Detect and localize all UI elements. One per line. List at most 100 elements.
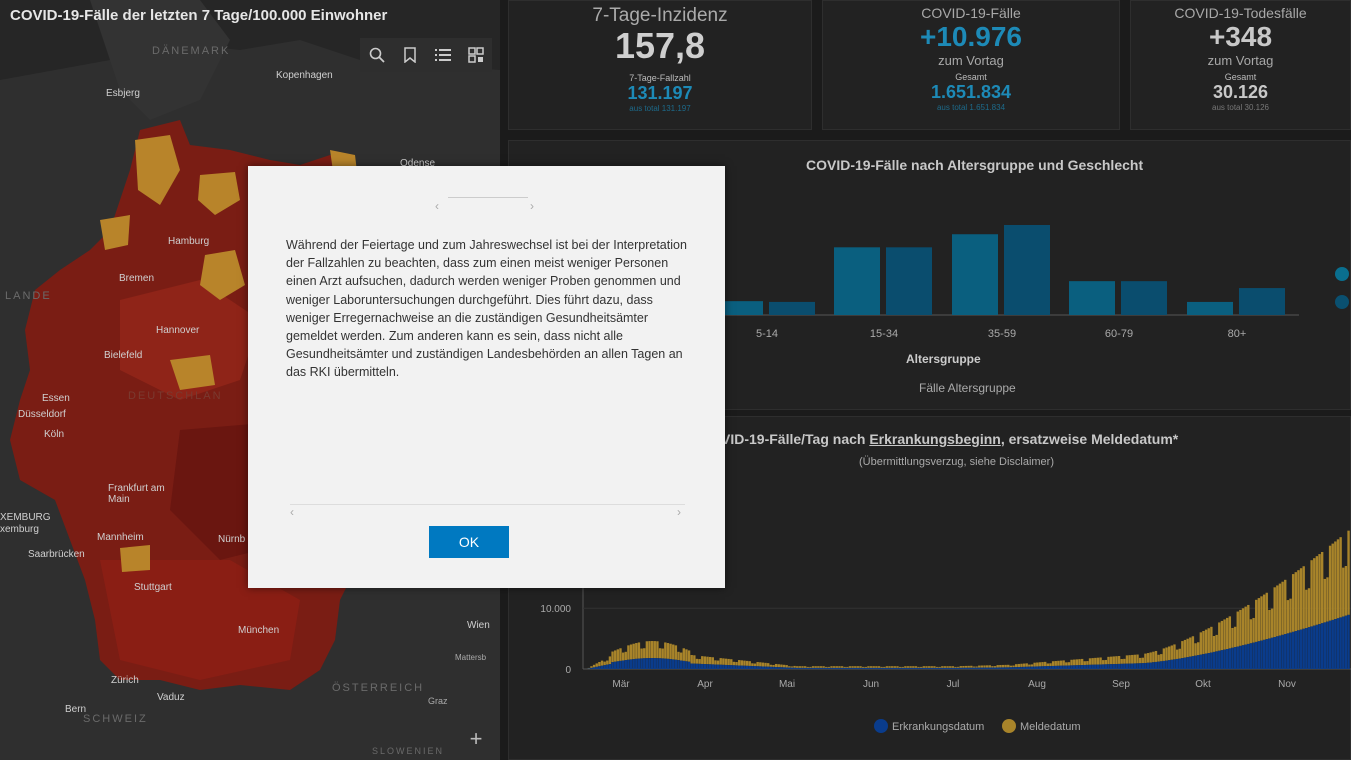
ok-button[interactable]: OK	[429, 526, 509, 558]
daily-bar-melde	[1268, 609, 1271, 639]
modal-scrollbar[interactable]	[290, 504, 685, 505]
daily-bar-melde	[817, 666, 820, 668]
daily-bar-melde	[1226, 617, 1229, 649]
zoom-in-button[interactable]: +	[462, 725, 490, 753]
daily-bar-melde	[738, 660, 741, 666]
daily-bar-erkrankung	[1241, 645, 1245, 669]
daily-bar-erkrankung	[600, 665, 604, 669]
daily-month-label: Apr	[697, 679, 713, 690]
daily-bar-melde	[1088, 658, 1092, 665]
daily-bar-erkrankung	[674, 659, 678, 669]
daily-bar-erkrankung	[1252, 642, 1255, 669]
daily-bar-melde	[1210, 626, 1213, 653]
kpi-incidence-sub-label: 7-Tage-Fallzahl	[629, 73, 691, 83]
daily-bar-melde	[1086, 661, 1089, 665]
daily-bar-erkrankung	[1133, 663, 1137, 669]
daily-bar-erkrankung	[672, 659, 675, 669]
chevron-right-icon[interactable]: ›	[530, 199, 534, 213]
daily-bar-erkrankung	[629, 659, 633, 669]
chevron-left-icon[interactable]: ‹	[290, 505, 294, 519]
daily-bar-erkrankung	[1212, 651, 1216, 669]
daily-bar-erkrankung	[1030, 666, 1034, 669]
bookmark-icon[interactable]	[399, 44, 421, 66]
daily-bar-erkrankung	[875, 667, 878, 669]
daily-bar-erkrankung	[1012, 667, 1015, 669]
daily-bar-erkrankung	[851, 667, 854, 669]
chevron-right-icon[interactable]: ›	[677, 505, 681, 519]
daily-bar-melde	[1112, 656, 1115, 665]
daily-bar-erkrankung	[1160, 661, 1163, 669]
legend-dot-icon[interactable]	[1335, 267, 1349, 281]
daily-bar-erkrankung	[920, 667, 923, 669]
daily-bar-melde	[1154, 650, 1158, 662]
daily-bar-melde	[848, 666, 852, 668]
daily-bar-erkrankung	[1307, 627, 1311, 669]
daily-bar-melde	[637, 642, 641, 659]
daily-bar-erkrankung	[1268, 638, 1271, 669]
daily-bar-erkrankung	[1131, 663, 1134, 669]
daily-bar-melde	[759, 662, 762, 667]
legend-list-icon[interactable]	[432, 44, 454, 66]
legend-dot-icon[interactable]	[1335, 295, 1349, 309]
daily-bar-melde	[1252, 617, 1255, 643]
daily-bar-melde	[1181, 641, 1184, 659]
daily-bar-melde	[1054, 661, 1057, 666]
daily-bar-erkrankung	[1078, 665, 1081, 669]
daily-bar-erkrankung	[946, 667, 949, 669]
daily-bar-melde	[1281, 581, 1284, 635]
daily-bar-erkrankung	[664, 658, 667, 669]
daily-bar-melde	[1191, 636, 1195, 657]
daily-bar-melde	[983, 665, 986, 668]
daily-bar-melde	[1273, 587, 1276, 638]
daily-bar-erkrankung	[1044, 666, 1047, 669]
daily-bar-erkrankung	[708, 664, 712, 669]
daily-bar-erkrankung	[1220, 650, 1224, 669]
daily-bar-erkrankung	[1167, 660, 1171, 669]
daily-bar-melde	[896, 666, 899, 668]
daily-bar-erkrankung	[1231, 647, 1234, 669]
daily-bar-erkrankung	[964, 667, 968, 669]
daily-bar-erkrankung	[861, 667, 865, 669]
daily-bar-erkrankung	[867, 667, 870, 669]
daily-bar-erkrankung	[996, 667, 999, 669]
daily-bar-melde	[811, 666, 815, 668]
daily-bar-erkrankung	[606, 664, 609, 669]
chevron-left-icon[interactable]: ‹	[435, 199, 439, 213]
kpi-incidence-sub-value: 131.197	[627, 83, 693, 103]
daily-bar-melde	[861, 666, 865, 668]
daily-bar-melde	[679, 652, 683, 661]
daily-bar-erkrankung	[846, 667, 849, 669]
daily-bar-melde	[914, 666, 918, 668]
daily-bar-melde	[1175, 649, 1179, 659]
daily-bar-erkrankung	[1120, 663, 1123, 669]
qr-grid-icon[interactable]	[465, 44, 487, 66]
daily-bar-melde	[743, 660, 746, 666]
map-title: COVID-19-Fälle der letzten 7 Tage/100.00…	[10, 7, 388, 24]
daily-month-label: Jun	[863, 679, 879, 690]
daily-bar-melde	[1157, 654, 1160, 662]
daily-bar-erkrankung	[956, 667, 960, 669]
daily-bar-erkrankung	[1215, 651, 1218, 669]
daily-bar-erkrankung	[598, 666, 601, 669]
daily-bar-erkrankung	[751, 666, 754, 669]
daily-bar-melde	[666, 643, 670, 659]
daily-bar-erkrankung	[1036, 666, 1039, 669]
daily-bar-erkrankung	[756, 666, 759, 669]
daily-bar-melde	[682, 648, 685, 661]
daily-bar-erkrankung	[1233, 647, 1237, 669]
daily-bar-melde	[851, 666, 854, 668]
daily-bar-erkrankung	[603, 665, 606, 669]
daily-bar-melde	[949, 666, 952, 668]
daily-bar-melde	[695, 658, 699, 664]
daily-bar-erkrankung	[1001, 667, 1005, 669]
daily-bar-melde	[1286, 600, 1290, 634]
daily-bar-melde	[1131, 654, 1134, 664]
daily-bar-melde	[1073, 659, 1076, 666]
place-label: Wien	[467, 620, 490, 631]
daily-bar-erkrankung	[1162, 660, 1166, 669]
place-label: Esbjerg	[106, 88, 140, 99]
search-icon[interactable]	[366, 44, 388, 66]
daily-bar-melde	[1083, 661, 1086, 665]
daily-bar-melde	[801, 666, 804, 668]
daily-bar-erkrankung	[695, 663, 699, 669]
